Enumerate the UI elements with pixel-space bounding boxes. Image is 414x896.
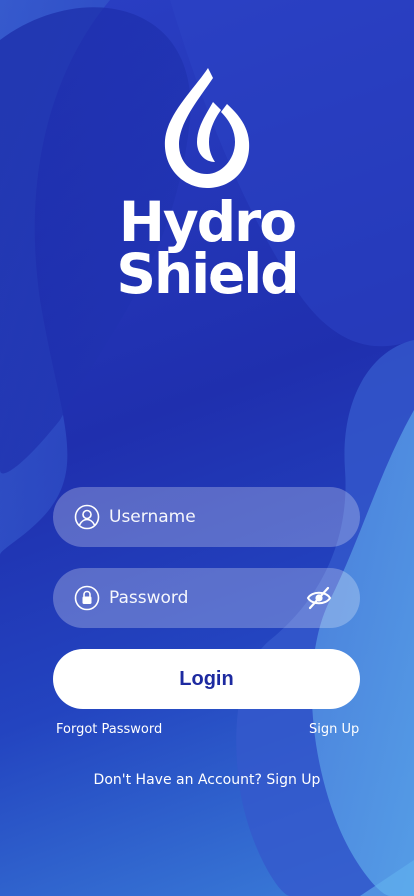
username-field[interactable]: Username	[53, 487, 360, 547]
brand-line-1: Hydro	[118, 190, 297, 254]
sign-up-link[interactable]: Sign Up	[309, 722, 359, 737]
lock-icon	[74, 585, 100, 611]
password-input[interactable]: Password	[109, 588, 188, 608]
forgot-password-link[interactable]: Forgot Password	[56, 722, 162, 737]
water-drop-icon	[164, 68, 250, 188]
username-input[interactable]: Username	[109, 507, 196, 527]
login-button[interactable]: Login	[53, 649, 360, 709]
password-field[interactable]: Password	[53, 568, 360, 628]
signup-prompt[interactable]: Don't Have an Account? Sign Up	[0, 772, 414, 788]
brand-name: Hydro Shield	[0, 190, 414, 306]
user-icon	[74, 504, 100, 530]
brand-line-2: Shield	[116, 242, 299, 306]
eye-off-icon[interactable]	[306, 586, 332, 610]
logo: Hydro Shield	[0, 66, 414, 306]
